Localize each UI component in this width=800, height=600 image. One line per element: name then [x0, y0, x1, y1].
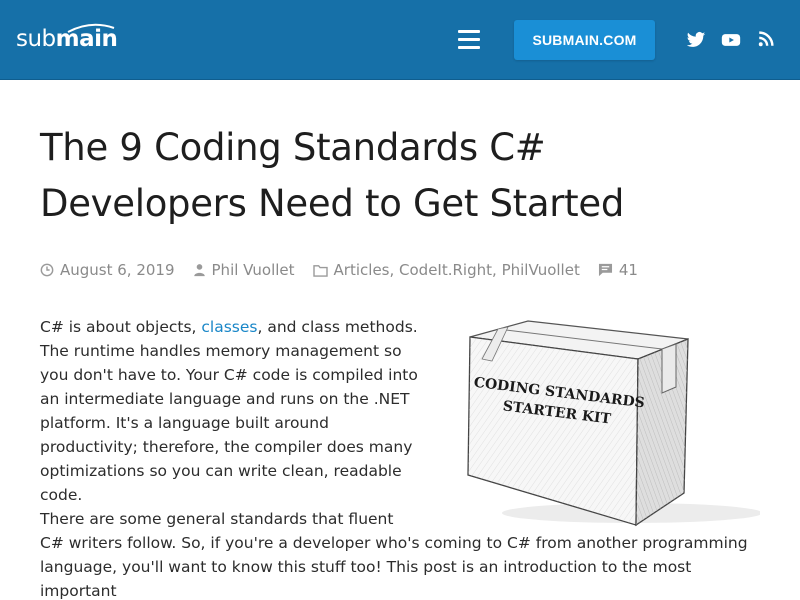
comment-icon [598, 263, 612, 277]
twitter-icon[interactable] [686, 30, 708, 50]
post-meta: August 6, 2019 Phil Vuollet Articles, Co… [40, 259, 656, 281]
rss-icon[interactable] [757, 30, 779, 50]
paragraph-intro-text-start: C# is about objects, [40, 318, 202, 336]
paragraph-intro-text-end: , and class methods. The runtime handles… [40, 318, 418, 504]
post-title: The 9 Coding Standards C# Developers Nee… [40, 126, 625, 225]
category-link-codeit-right[interactable]: CodeIt.Right [399, 261, 492, 279]
logo-swoosh-icon [67, 23, 115, 33]
submain-logo[interactable]: submain [16, 22, 118, 56]
paragraph-intro: C# is about objects, classes, and class … [40, 315, 422, 507]
category-link-philvuollet[interactable]: PhilVuollet [502, 261, 580, 279]
folder-icon [312, 264, 328, 277]
user-icon [193, 264, 205, 277]
category-separator: , [492, 261, 502, 279]
author-link[interactable]: Phil Vuollet [212, 261, 295, 279]
clock-icon [40, 263, 54, 277]
category-separator: , [389, 261, 400, 279]
submain-com-button[interactable]: SUBMAIN.COM [514, 20, 655, 60]
category-link-articles[interactable]: Articles [334, 261, 390, 279]
post-date: August 6, 2019 [40, 261, 175, 279]
post-categories: Articles, CodeIt.Right, PhilVuollet [312, 261, 580, 279]
post-comments[interactable]: 41 [598, 261, 638, 279]
classes-link[interactable]: classes [201, 318, 257, 336]
post-author: Phil Vuollet [193, 261, 295, 279]
site-header: submain SUBMAIN.COM [0, 0, 800, 80]
youtube-icon[interactable] [721, 30, 743, 50]
post-date-text: August 6, 2019 [60, 261, 175, 279]
comment-count: 41 [618, 261, 638, 279]
figure-clearance [420, 507, 760, 531]
paragraph-standards-wrap: There are some general standards that fl… [40, 507, 760, 600]
hamburger-menu-icon[interactable] [458, 30, 480, 50]
post-content: C# is about objects, classes, and class … [40, 315, 760, 531]
